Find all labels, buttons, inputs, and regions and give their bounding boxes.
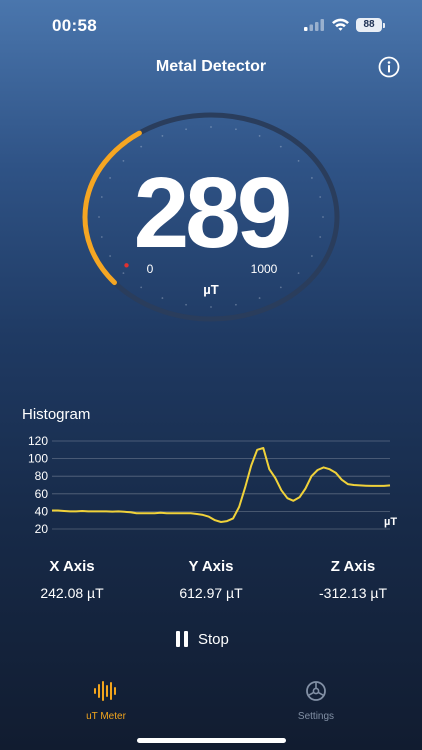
tab-settings[interactable]: Settings [266,680,366,722]
x-axis-label: X Axis [49,558,95,575]
field-reading: 289 [133,157,293,269]
gauge-tick [185,128,187,131]
tab-ut-meter[interactable]: uT Meter [56,680,156,722]
scale-max-label: 1000 [250,262,278,276]
scale-min-label: 0 [146,262,154,276]
gauge-tick [122,272,125,275]
histogram-title: Histogram [22,406,91,423]
chart-y-tick-label: 60 [35,487,49,501]
status-time: 00:58 [52,16,97,35]
gauge-tick [297,272,300,275]
wifi-icon [332,18,349,31]
gauge-tick [235,303,237,306]
gauge-tick [140,145,143,148]
chart-y-tick-label: 100 [28,452,48,466]
gauge-tick [258,135,261,137]
y-axis-value: 612.97 µT [179,585,243,601]
page-title: Metal Detector [155,58,267,75]
reading-unit: µT [203,282,219,297]
gauge-tick [297,159,300,162]
chart-y-tick-label: 80 [35,469,49,483]
z-axis-value: -312.13 µT [319,585,387,601]
stop-button[interactable]: Stop [176,628,229,650]
battery-tip [383,23,385,28]
tab-ut-meter-label: uT Meter [86,711,126,722]
gauge-tick [161,297,164,299]
y-axis-label: Y Axis [188,558,234,575]
settings-wheel-icon [306,681,326,701]
battery-indicator: 88 [356,18,382,32]
histogram-line [52,447,391,523]
z-axis-label: Z Axis [330,558,376,575]
y-axis-readout: Y Axis 612.97 µT [141,558,281,601]
histogram-chart: 120 100 80 60 40 20 µT [28,434,397,536]
pause-icon [176,631,188,647]
gauge-tick [210,306,212,308]
gauge-tick [185,303,187,306]
gauge-tick [235,128,237,131]
chart-y-tick-label: 120 [28,434,48,448]
waveform-icon [94,681,116,701]
gauge-tick [258,297,261,299]
chart-grid [52,440,390,530]
tab-settings-label: Settings [297,711,335,722]
chart-unit-label: µT [384,516,397,528]
stop-label: Stop [198,630,229,648]
x-axis-readout: X Axis 242.08 µT [2,558,142,601]
cellular-signal-icon [304,19,324,31]
chart-y-tick-label: 20 [35,522,49,536]
gauge-tick [161,135,164,137]
home-indicator [137,738,286,743]
x-axis-value: 242.08 µT [40,585,104,601]
chart-y-tick-labels: 120 100 80 60 40 20 [28,434,48,536]
status-bar: 00:58 88 [0,0,422,50]
gauge-tick [122,159,125,162]
gauge-tick [210,126,212,128]
info-icon[interactable] [378,56,400,78]
gauge-needle-dot [124,263,129,268]
gauge-tick [279,145,282,148]
z-axis-readout: Z Axis -312.13 µT [283,558,422,601]
chart-y-tick-label: 40 [35,504,49,518]
